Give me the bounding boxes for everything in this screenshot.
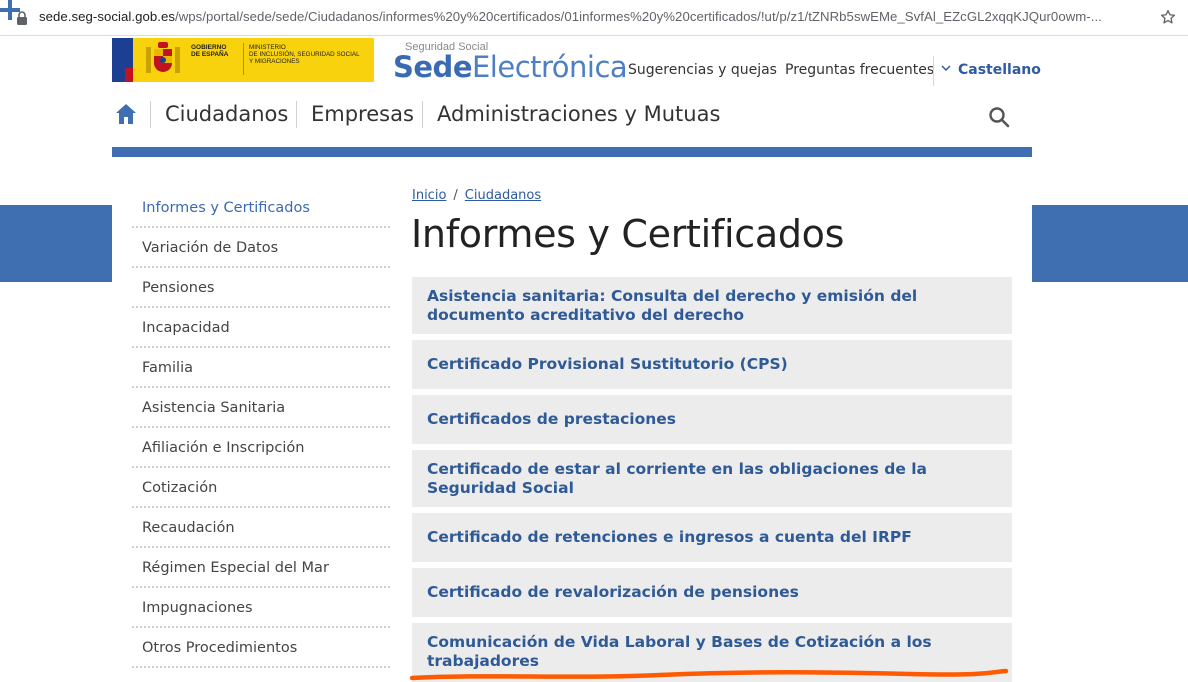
accordion-item[interactable]: Certificado de revalorización de pension… — [412, 568, 1012, 617]
ministry-text: MINISTERIO DE INCLUSIÓN, SEGURIDAD SOCIAL… — [249, 44, 360, 65]
accordion-item[interactable]: Certificado de retenciones e ingresos a … — [412, 513, 1012, 562]
breadcrumb-ciudadanos[interactable]: Ciudadanos — [465, 188, 541, 203]
nav-divider — [150, 101, 151, 128]
accordion-item-label: Certificado de retenciones e ingresos a … — [427, 528, 912, 546]
accordion-item[interactable]: Asistencia sanitaria: Consulta del derec… — [412, 277, 1012, 334]
brand-light: Electrónica — [471, 50, 628, 84]
breadcrumb-separator: / — [453, 188, 458, 203]
page-title: Informes y Certificados — [411, 212, 845, 256]
nav-item-administraciones[interactable]: Administraciones y Mutuas — [437, 102, 720, 126]
nav-underline-bar — [112, 147, 1032, 157]
chevron-down-icon[interactable] — [941, 64, 951, 72]
search-icon[interactable] — [988, 106, 1010, 128]
left-blue-band — [0, 205, 112, 282]
url-host: sede.seg-social.gob.es — [39, 9, 175, 24]
sidebar-item-asistencia[interactable]: Asistencia Sanitaria — [132, 388, 390, 428]
accordion-item-label: Asistencia sanitaria: Consulta del derec… — [427, 287, 918, 324]
bookmark-star-icon[interactable] — [1159, 8, 1177, 26]
language-selector[interactable]: Castellano — [958, 62, 1041, 78]
coat-of-arms-icon — [146, 42, 180, 73]
sidebar-item-pensiones[interactable]: Pensiones — [132, 268, 390, 308]
sidebar-item-recaudacion[interactable]: Recaudación — [132, 508, 390, 548]
accordion-item[interactable]: Certificado Provisional Sustitutorio (CP… — [412, 340, 1012, 389]
sidebar-item-informes[interactable]: Informes y Certificados — [132, 188, 390, 228]
flag-red-strip — [125, 68, 133, 82]
sidebar-item-otros[interactable]: Otros Procedimientos — [132, 628, 390, 668]
accordion-item[interactable]: Certificados de prestaciones — [412, 395, 1012, 444]
government-logo[interactable]: GOBIERNO DE ESPAÑA MINISTERIO DE INCLUSIÓN… — [112, 38, 374, 82]
accordion-item-label: Comunicación de Vida Laboral y Bases de … — [427, 633, 932, 670]
sidebar-item-incapacidad[interactable]: Incapacidad — [132, 308, 390, 348]
accordion-item-label: Certificado de estar al corriente en las… — [427, 460, 928, 497]
home-icon[interactable] — [115, 103, 137, 125]
accordion-item[interactable]: Certificado de estar al corriente en las… — [412, 450, 1012, 507]
breadcrumb-inicio[interactable]: Inicio — [412, 188, 446, 203]
brand-bold: Sede — [393, 50, 472, 84]
nav-divider — [422, 101, 423, 128]
lock-icon — [17, 11, 27, 25]
orange-underline-annotation — [410, 668, 1009, 681]
nav-item-ciudadanos[interactable]: Ciudadanos — [165, 102, 288, 126]
sidebar-item-familia[interactable]: Familia — [132, 348, 390, 388]
sidebar-item-regimen-mar[interactable]: Régimen Especial del Mar — [132, 548, 390, 588]
sede-electronica-logo[interactable]: SedeElectrónica — [393, 50, 628, 84]
sidebar-item-impugnaciones[interactable]: Impugnaciones — [132, 588, 390, 628]
sidebar-item-afiliacion[interactable]: Afiliación e Inscripción — [132, 428, 390, 468]
accordion-item-label: Certificado de revalorización de pension… — [427, 583, 799, 601]
accordion-item-label: Certificados de prestaciones — [427, 410, 677, 428]
url-text[interactable]: sede.seg-social.gob.es/wps/portal/sede/s… — [39, 9, 1102, 24]
url-path: /wps/portal/sede/sede/Ciudadanos/informe… — [175, 9, 1102, 24]
sidebar-item-variacion[interactable]: Variación de Datos — [132, 228, 390, 268]
language-divider — [933, 56, 934, 86]
nav-item-empresas[interactable]: Empresas — [311, 102, 414, 126]
logo-separator — [243, 43, 244, 75]
sidebar-item-cotizacion[interactable]: Cotización — [132, 468, 390, 508]
suggestions-link[interactable]: Sugerencias y quejas — [628, 62, 777, 78]
accordion-item-label: Certificado Provisional Sustitutorio (CP… — [427, 355, 788, 373]
gov-spain-text: GOBIERNO DE ESPAÑA — [191, 44, 229, 58]
faq-link[interactable]: Preguntas frecuentes — [785, 62, 934, 78]
right-blue-band — [1032, 205, 1188, 282]
nav-divider — [296, 101, 297, 128]
browser-address-bar[interactable]: sede.seg-social.gob.es/wps/portal/sede/s… — [0, 0, 1188, 36]
breadcrumb: Inicio / Ciudadanos — [412, 188, 541, 203]
